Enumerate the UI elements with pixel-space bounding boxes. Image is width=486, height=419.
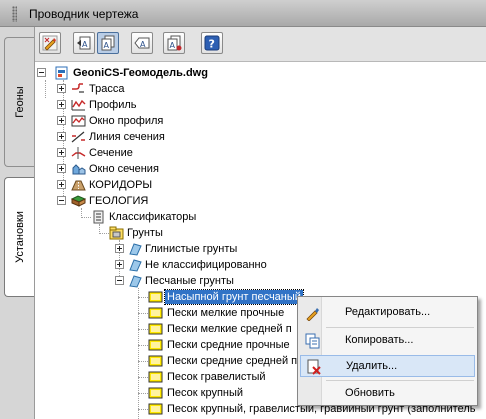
tree-label: Профиль xyxy=(89,99,137,111)
soil-sand-icon xyxy=(148,355,163,367)
edit-pencil-button[interactable] xyxy=(39,32,61,54)
collapse-icon[interactable] xyxy=(57,196,66,205)
tree-label: ГЕОЛОГИЯ xyxy=(89,195,149,207)
soil-sand-icon xyxy=(148,371,163,383)
tree-label: КОРИДОРЫ xyxy=(89,179,153,191)
expand-icon[interactable] xyxy=(115,244,124,253)
tab-geons-label: Геоны xyxy=(13,86,26,118)
soil-sand-icon xyxy=(148,307,163,319)
classifier-icon xyxy=(93,210,104,224)
tag-a-icon: A xyxy=(134,37,150,49)
menu-item-label: Удалить... xyxy=(346,360,398,372)
tree-label: Грунты xyxy=(127,227,163,239)
root-label: GeoniCS-Геомодель.dwg xyxy=(73,67,208,79)
collapse-icon[interactable] xyxy=(37,68,46,77)
prev-doc-button[interactable]: A xyxy=(73,32,95,54)
menu-item-delete[interactable]: Удалить... xyxy=(300,355,475,377)
tab-geons[interactable]: Геоны xyxy=(4,37,34,167)
expand-icon[interactable] xyxy=(57,132,66,141)
menu-item-copy[interactable]: Копировать... xyxy=(300,330,475,352)
svg-text:A: A xyxy=(104,41,110,50)
tree-label: Песок крупный xyxy=(167,387,244,399)
title-bar[interactable]: Проводник чертежа xyxy=(0,0,486,27)
corridor-icon xyxy=(71,180,86,191)
menu-item-label: Копировать... xyxy=(345,334,414,346)
tree-label: Сечение xyxy=(89,147,133,159)
soil-sand-icon xyxy=(148,387,163,399)
soil-sand-icon xyxy=(148,323,163,335)
tree-label: Пески мелкие средней п xyxy=(167,323,292,335)
tree-label: Окно сечения xyxy=(89,163,159,175)
help-icon: ? xyxy=(204,35,220,51)
tree-label: Песчаные грунты xyxy=(145,275,234,287)
menu-item-label: Обновить xyxy=(345,387,395,399)
expand-icon[interactable] xyxy=(57,116,66,125)
tag-button[interactable]: A xyxy=(131,32,153,54)
collapse-icon[interactable] xyxy=(115,276,124,285)
doc-a-export-icon: A xyxy=(167,35,182,51)
expand-icon[interactable] xyxy=(57,84,66,93)
side-tab-strip: Геоны Установки xyxy=(0,27,35,419)
soil-sand-icon xyxy=(148,291,163,303)
soil-group-icon xyxy=(129,243,142,256)
profile-window-icon xyxy=(71,115,86,127)
section-line-icon xyxy=(71,131,85,143)
copy-icon xyxy=(305,333,320,349)
tree-label: Линия сечения xyxy=(89,131,165,143)
tree-label: Насыпной грунт песчаный xyxy=(164,289,304,305)
menu-separator xyxy=(326,327,474,328)
tree-label: Пески мелкие прочные xyxy=(167,307,285,319)
toolbar: A A A A ? xyxy=(35,27,486,62)
tree-label: Песок гравелистый xyxy=(167,371,266,383)
doc-a-pages-icon: A xyxy=(101,35,115,51)
expand-icon[interactable] xyxy=(57,180,66,189)
tree-label: Классификаторы xyxy=(109,211,197,223)
menu-separator xyxy=(326,380,474,381)
delete-icon xyxy=(307,359,321,375)
refresh-icon xyxy=(305,386,321,402)
tab-settings[interactable]: Установки xyxy=(4,177,34,297)
soils-folder-icon xyxy=(109,226,124,240)
tree-label: Пески средние прочные xyxy=(167,339,290,351)
section-icon xyxy=(71,147,86,159)
soil-group-icon xyxy=(129,275,142,288)
expand-icon[interactable] xyxy=(115,260,124,269)
help-button[interactable]: ? xyxy=(201,32,223,54)
drag-grip-icon[interactable] xyxy=(12,6,17,22)
menu-item-refresh[interactable]: Обновить xyxy=(300,383,475,405)
soil-sand-icon xyxy=(148,403,163,415)
svg-text:A: A xyxy=(82,40,88,49)
tree-label: Не классифицированно xyxy=(145,259,267,271)
soil-sand-icon xyxy=(148,339,163,351)
dwg-file-icon xyxy=(55,66,68,80)
tab-settings-label: Установки xyxy=(13,211,26,263)
tree-label: Окно профиля xyxy=(89,115,164,127)
tree-label: Глинистые грунты xyxy=(145,243,238,255)
tree-label: Пески средние средней п xyxy=(167,355,298,367)
section-window-icon xyxy=(72,164,86,175)
svg-text:A: A xyxy=(140,40,146,49)
menu-item-edit[interactable]: Редактировать... xyxy=(300,302,475,324)
expand-icon[interactable] xyxy=(57,148,66,157)
alignment-icon xyxy=(72,83,84,93)
svg-text:?: ? xyxy=(209,38,215,51)
expand-icon[interactable] xyxy=(57,164,66,173)
geology-icon xyxy=(71,195,86,207)
doc-a-back-icon: A xyxy=(77,36,91,50)
profile-icon xyxy=(71,99,86,111)
context-menu: Редактировать... Копировать... Удалить..… xyxy=(297,296,478,406)
edit-icon xyxy=(306,308,319,321)
svg-text:A: A xyxy=(170,41,176,50)
doc-pages-button[interactable]: A xyxy=(97,32,119,54)
expand-icon[interactable] xyxy=(57,100,66,109)
window-title: Проводник чертежа xyxy=(29,7,139,21)
tree-label: Трасса xyxy=(89,83,125,95)
export-doc-button[interactable]: A xyxy=(163,32,185,54)
soil-group-icon xyxy=(129,259,142,272)
pencil-edit-icon xyxy=(42,35,58,51)
menu-item-label: Редактировать... xyxy=(345,306,431,318)
